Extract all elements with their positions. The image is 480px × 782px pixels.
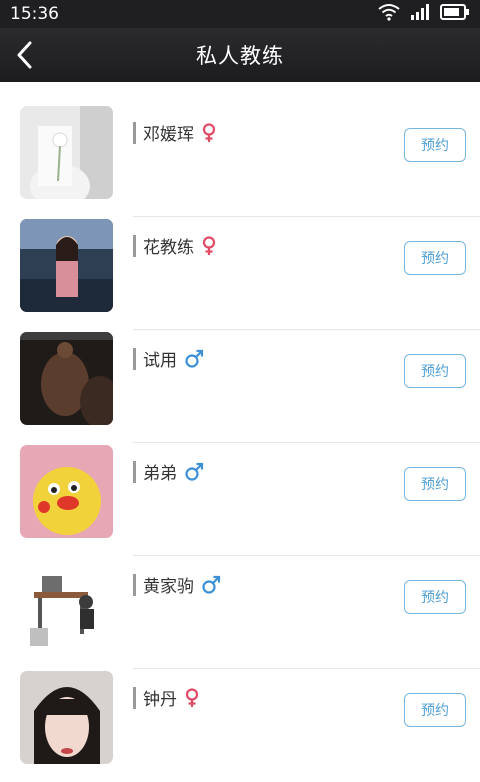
coach-name-group: 试用 bbox=[133, 346, 204, 371]
coach-name: 弟弟 bbox=[143, 464, 177, 484]
coach-name: 试用 bbox=[143, 351, 177, 371]
coach-row[interactable]: 黄家驹 预约 bbox=[0, 556, 480, 669]
book-button[interactable]: 预约 bbox=[404, 580, 466, 614]
signal-icon bbox=[410, 3, 430, 25]
book-button[interactable]: 预约 bbox=[404, 354, 466, 388]
page-title: 私人教练 bbox=[196, 44, 284, 68]
coach-name-group: 弟弟 bbox=[133, 459, 204, 484]
name-accent-bar bbox=[133, 686, 136, 709]
coach-row[interactable]: 邓媛珲 预约 bbox=[0, 104, 480, 217]
status-icons bbox=[378, 3, 470, 26]
coach-name-group: 花教练 bbox=[133, 233, 217, 258]
coach-name-group: 邓媛珲 bbox=[133, 120, 217, 145]
coach-row[interactable]: 钟丹 预约 bbox=[0, 669, 480, 782]
wifi-icon bbox=[378, 3, 400, 26]
female-icon bbox=[201, 122, 217, 143]
name-accent-bar bbox=[133, 347, 136, 370]
coach-name: 钟丹 bbox=[143, 690, 177, 710]
name-accent-bar bbox=[133, 460, 136, 483]
female-icon bbox=[201, 235, 217, 256]
app-header: 私人教练 bbox=[0, 28, 480, 82]
coach-avatar bbox=[20, 219, 113, 312]
coach-avatar bbox=[20, 671, 113, 764]
coach-name: 邓媛珲 bbox=[143, 125, 194, 145]
coach-name-group: 黄家驹 bbox=[133, 572, 221, 597]
chevron-left-icon[interactable] bbox=[6, 28, 42, 82]
coach-avatar bbox=[20, 332, 113, 425]
battery-icon bbox=[440, 3, 470, 25]
book-button[interactable]: 预约 bbox=[404, 693, 466, 727]
coach-row[interactable]: 弟弟 预约 bbox=[0, 443, 480, 556]
coach-name: 黄家驹 bbox=[143, 577, 194, 597]
coach-name: 花教练 bbox=[143, 238, 194, 258]
coach-list: 邓媛珲 预约 花教练 预约 试用 预约 弟弟 预约 黄家驹 预约 钟丹 预约 bbox=[0, 104, 480, 782]
male-icon bbox=[184, 349, 204, 369]
status-bar: 15:36 bbox=[0, 0, 480, 28]
book-button[interactable]: 预约 bbox=[404, 241, 466, 275]
book-button[interactable]: 预约 bbox=[404, 467, 466, 501]
coach-row[interactable]: 花教练 预约 bbox=[0, 217, 480, 330]
coach-avatar bbox=[20, 445, 113, 538]
coach-avatar bbox=[20, 106, 113, 199]
coach-name-group: 钟丹 bbox=[133, 685, 200, 710]
male-icon bbox=[184, 462, 204, 482]
coach-row[interactable]: 试用 预约 bbox=[0, 330, 480, 443]
coach-avatar bbox=[20, 558, 113, 651]
male-icon bbox=[201, 575, 221, 595]
name-accent-bar bbox=[133, 234, 136, 257]
book-button[interactable]: 预约 bbox=[404, 128, 466, 162]
female-icon bbox=[184, 687, 200, 708]
name-accent-bar bbox=[133, 121, 136, 144]
status-time: 15:36 bbox=[10, 4, 59, 24]
name-accent-bar bbox=[133, 573, 136, 596]
